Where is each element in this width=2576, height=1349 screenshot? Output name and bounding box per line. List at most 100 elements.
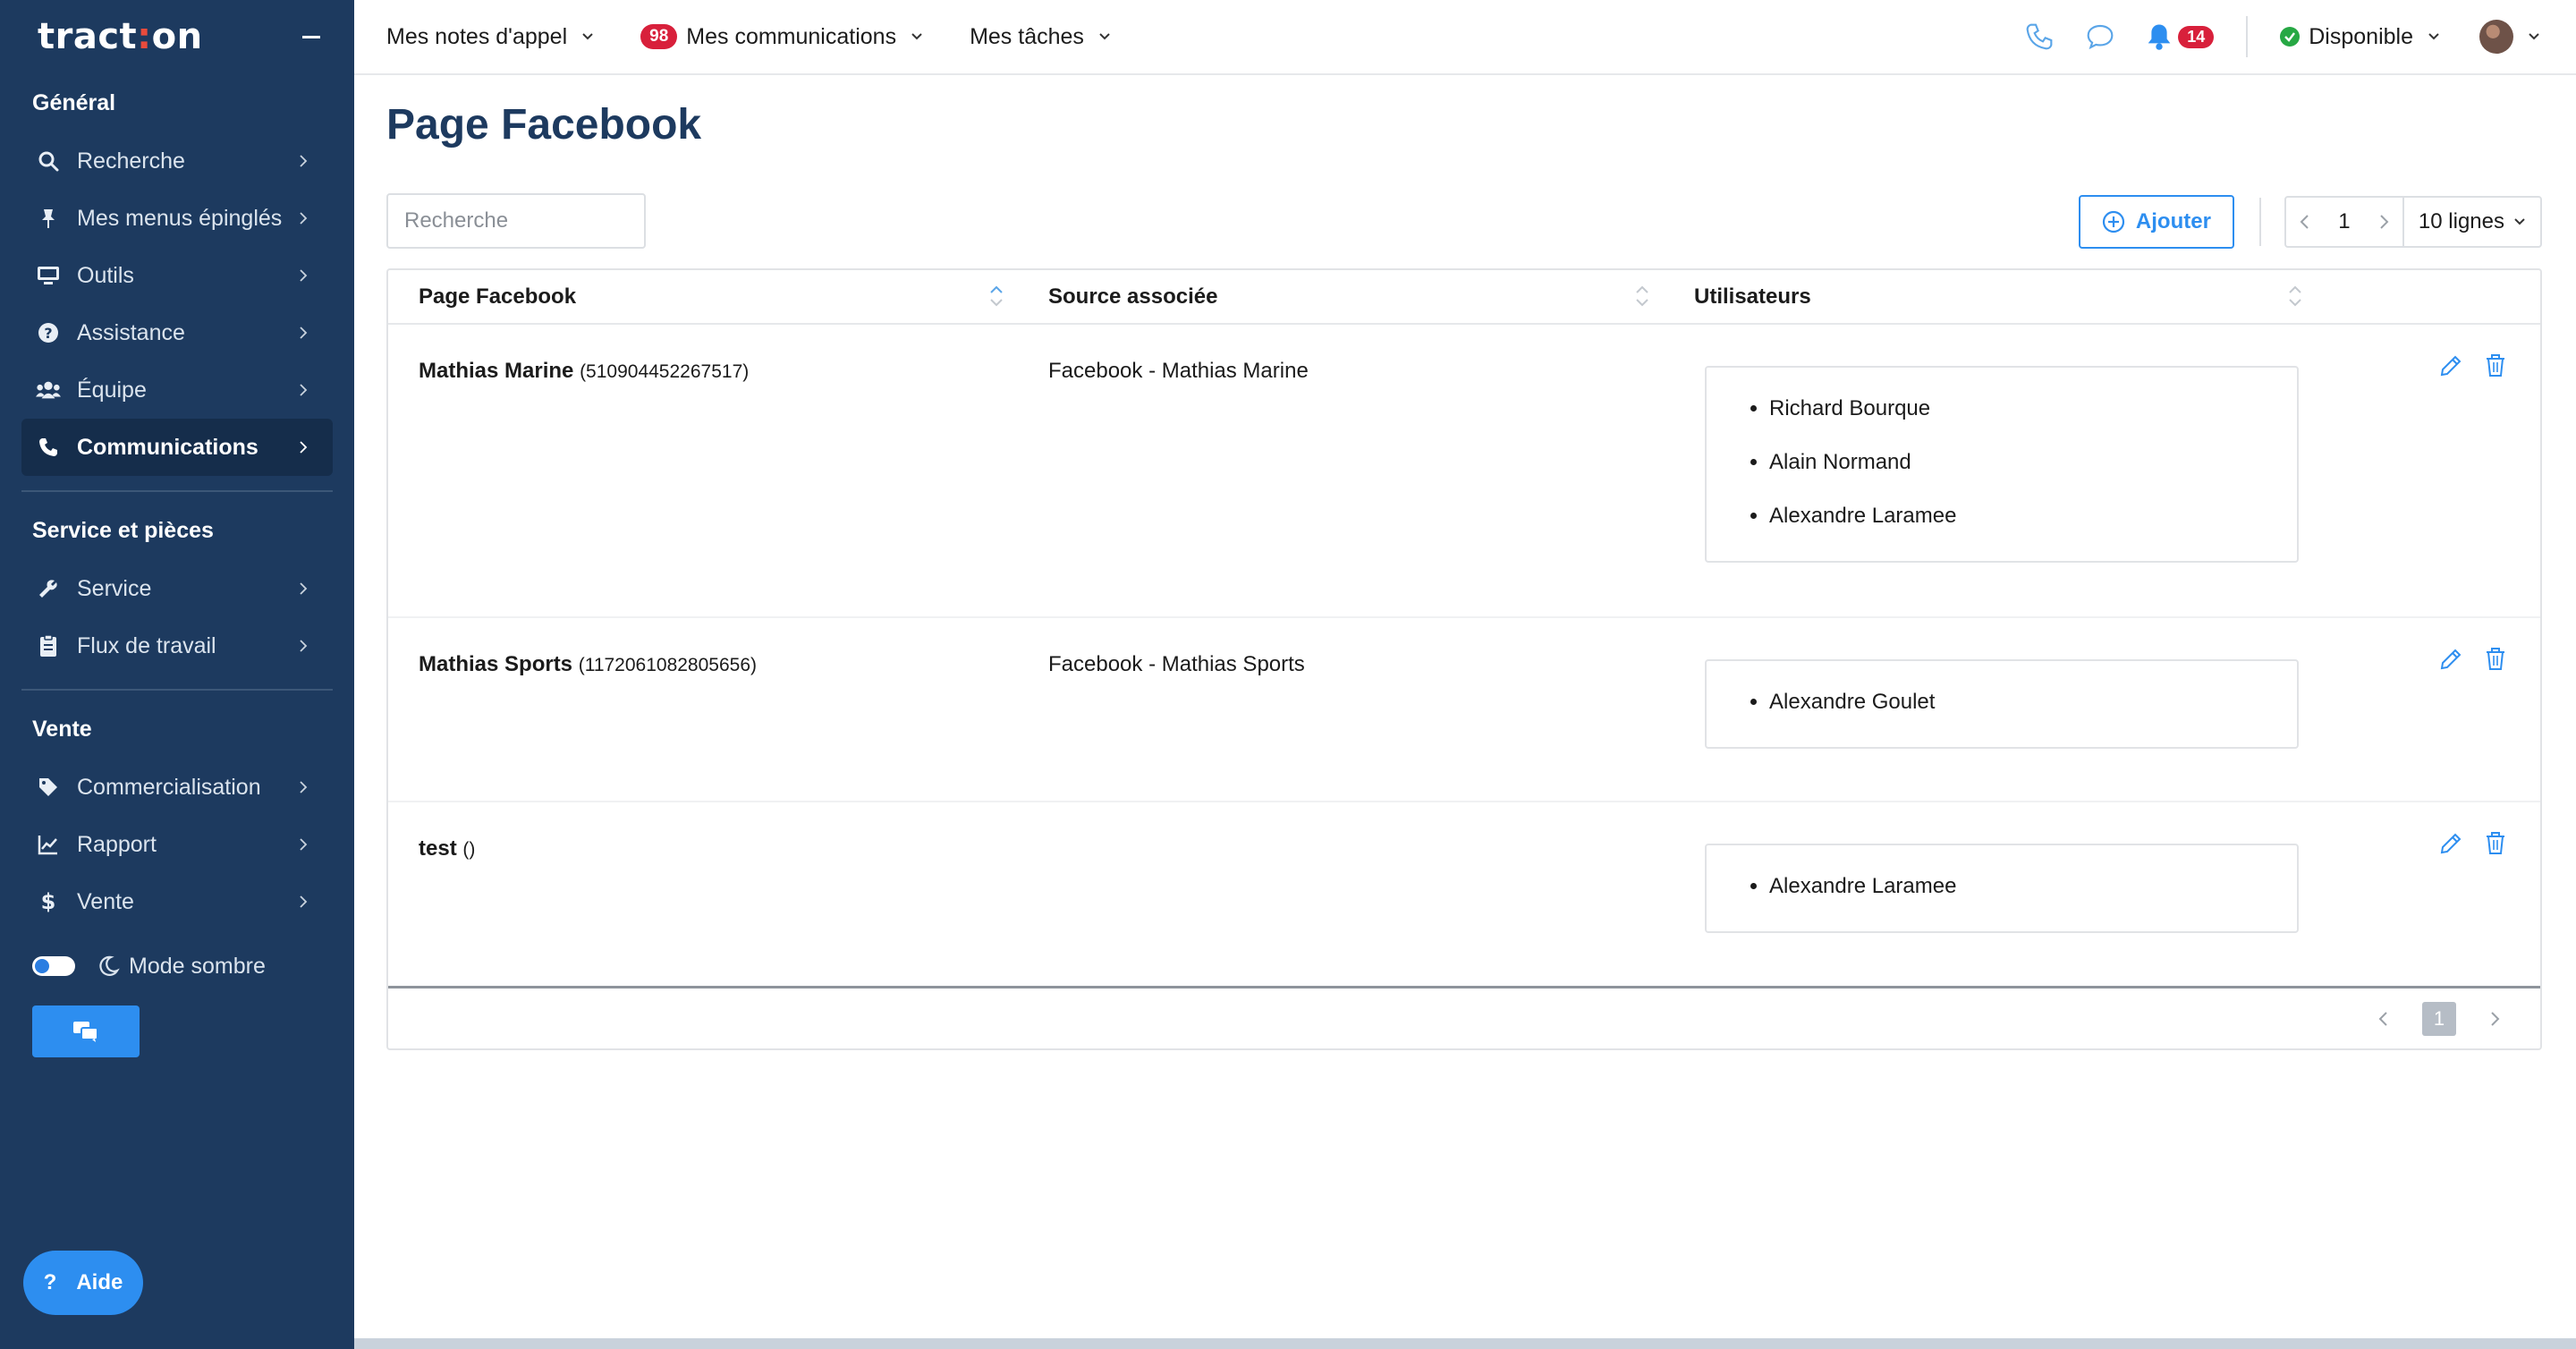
- sidebar-item-label: Équipe: [77, 377, 147, 403]
- rows-per-page-select[interactable]: 10 lignes: [2402, 198, 2540, 246]
- trash-icon[interactable]: [2483, 831, 2508, 856]
- edit-pencil-icon[interactable]: [2438, 353, 2463, 378]
- table-toolbar: Ajouter 1 10 lignes: [2078, 195, 2542, 249]
- data-table: Page Facebook Source associée Utilisateu…: [388, 270, 2540, 986]
- dollar-icon: $: [36, 889, 61, 914]
- chevron-right-icon: [300, 582, 308, 595]
- sidebar-item-menus-epingles[interactable]: Mes menus épinglés: [21, 190, 333, 247]
- dark-mode-toggle[interactable]: [32, 956, 75, 976]
- topbar-actions: 14 Disponible: [1994, 16, 2576, 57]
- column-header-utilisateurs[interactable]: Utilisateurs: [1664, 270, 2317, 325]
- sidebar-item-assistance[interactable]: ? Assistance: [21, 304, 333, 361]
- dark-mode-label: Mode sombre: [129, 953, 266, 979]
- sidebar-item-equipe[interactable]: Équipe: [21, 361, 333, 419]
- sidebar-item-rapport[interactable]: Rapport: [21, 816, 333, 873]
- traction-logo[interactable]: tract:on: [38, 16, 203, 57]
- chat-button[interactable]: [32, 1005, 140, 1057]
- sidebar-item-service[interactable]: Service: [21, 560, 333, 617]
- pin-icon: [36, 206, 61, 231]
- sidebar-item-outils[interactable]: Outils: [21, 247, 333, 304]
- svg-text:$: $: [41, 890, 56, 913]
- clipboard-icon: [36, 633, 61, 658]
- chevron-right-icon: [300, 895, 308, 908]
- sidebar-item-label: Mes menus épinglés: [77, 205, 283, 231]
- chevron-down-icon: [2514, 218, 2525, 225]
- phone-icon[interactable]: [2024, 21, 2055, 52]
- menu-mes-communications[interactable]: 98 Mes communications: [640, 24, 923, 50]
- pagination-control: 1 10 lignes: [2284, 196, 2542, 248]
- availability-status[interactable]: Disponible: [2280, 24, 2440, 50]
- row-actions: [2317, 647, 2508, 672]
- sidebar-item-recherche[interactable]: Recherche: [21, 132, 333, 190]
- chevron-right-icon: [300, 441, 308, 454]
- chevron-right-icon: [2380, 215, 2389, 229]
- footer-next-button[interactable]: [2490, 1011, 2501, 1027]
- chevron-right-icon: [300, 327, 308, 339]
- menu-mes-notes-appel[interactable]: Mes notes d'appel: [386, 24, 594, 50]
- sidebar-item-vente[interactable]: $ Vente: [21, 873, 333, 930]
- footer-previous-button[interactable]: [2377, 1011, 2388, 1027]
- user-avatar[interactable]: [2479, 20, 2513, 54]
- row-actions: [2317, 831, 2508, 856]
- cell-source: Facebook - Mathias Marine: [1048, 359, 1309, 383]
- table-pagination-footer: 1: [388, 986, 2540, 1048]
- menu-mes-taches[interactable]: Mes tâches: [970, 24, 1111, 50]
- rows-per-page-label: 10 lignes: [2418, 209, 2504, 233]
- add-button[interactable]: Ajouter: [2078, 195, 2234, 249]
- cell-users: Alexandre Laramee: [1664, 802, 2317, 986]
- tag-icon: [36, 775, 61, 800]
- question-mark-icon: ?: [43, 1270, 57, 1294]
- add-button-label: Ajouter: [2135, 209, 2211, 233]
- cell-users: Richard Bourque Alain Normand Alexandre …: [1664, 324, 2317, 617]
- top-menu: Mes notes d'appel 98 Mes communications …: [386, 24, 1157, 50]
- section-title-service: Service et pièces: [32, 517, 214, 543]
- edit-pencil-icon[interactable]: [2438, 831, 2463, 856]
- notifications[interactable]: 14: [2146, 22, 2215, 51]
- facebook-pages-table: Page Facebook Source associée Utilisateu…: [386, 268, 2542, 1050]
- chevron-right-icon: [300, 640, 308, 652]
- column-header-actions: [2317, 270, 2540, 325]
- users-icon: [36, 378, 61, 403]
- edit-pencil-icon[interactable]: [2438, 647, 2463, 672]
- phone-icon: [36, 435, 61, 460]
- cell-page-facebook: test (): [388, 802, 1018, 986]
- list-item: Richard Bourque: [1769, 382, 2297, 436]
- sidebar: tract:on Général Recherche Mes menus épi…: [0, 0, 354, 1349]
- plus-circle-icon: [2102, 210, 2125, 233]
- chevron-down-icon[interactable]: [2528, 32, 2540, 41]
- search-icon: [36, 148, 61, 174]
- trash-icon[interactable]: [2483, 353, 2508, 378]
- cell-actions: [2317, 617, 2540, 802]
- previous-page-button[interactable]: [2286, 214, 2322, 230]
- moon-icon: [99, 955, 120, 976]
- cell-actions: [2317, 324, 2540, 617]
- wrench-icon: [36, 576, 61, 601]
- sidebar-divider: [21, 490, 333, 492]
- chevron-right-icon: [2491, 1011, 2500, 1026]
- column-header-page-facebook[interactable]: Page Facebook: [388, 270, 1018, 325]
- sidebar-item-communications[interactable]: Communications: [21, 419, 333, 476]
- chevron-down-icon: [2428, 33, 2439, 40]
- horizontal-scrollbar[interactable]: [354, 1338, 2576, 1349]
- chat-icon[interactable]: [2085, 21, 2115, 52]
- footer-page-number[interactable]: 1: [2422, 1001, 2456, 1036]
- current-page-number[interactable]: 1: [2322, 209, 2367, 234]
- sort-icon: [1636, 285, 1648, 307]
- sort-icon: [990, 285, 1003, 307]
- trash-icon[interactable]: [2483, 647, 2508, 672]
- table-row: Mathias Marine (510904452267517) Faceboo…: [388, 324, 2540, 617]
- help-button[interactable]: ? Aide: [23, 1251, 143, 1315]
- sidebar-item-label: Communications: [77, 434, 258, 460]
- chevron-right-icon: [300, 269, 308, 282]
- collapse-sidebar-icon[interactable]: [302, 35, 320, 38]
- column-header-source-associee[interactable]: Source associée: [1018, 270, 1664, 325]
- status-label: Disponible: [2309, 23, 2413, 49]
- search-input[interactable]: [386, 193, 646, 249]
- next-page-button[interactable]: [2367, 214, 2402, 230]
- sidebar-item-flux-de-travail[interactable]: Flux de travail: [21, 617, 333, 674]
- sort-icon: [2289, 285, 2301, 307]
- sidebar-header: tract:on: [0, 0, 354, 73]
- sidebar-item-commercialisation[interactable]: Commercialisation: [21, 759, 333, 816]
- chevron-right-icon: [300, 384, 308, 396]
- column-header-label: Source associée: [1048, 284, 1218, 309]
